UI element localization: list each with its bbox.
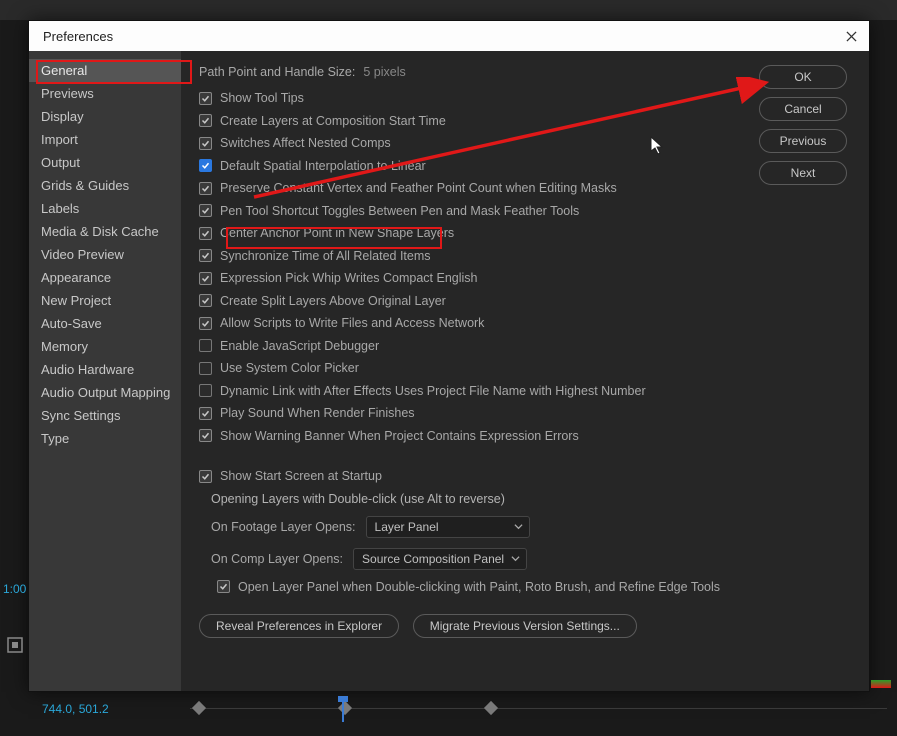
checkbox-expression-pick-whip-writes-compact-engl[interactable] [199, 272, 212, 285]
content-panel: Path Point and Handle Size: 5 pixels Sho… [199, 65, 745, 677]
label-pen-tool-shortcut-toggles-between-pen-an: Pen Tool Shortcut Toggles Between Pen an… [220, 204, 579, 218]
checkbox-show-start-screen[interactable] [199, 470, 212, 483]
checkbox-center-anchor-point-in-new-shape-layers[interactable] [199, 227, 212, 240]
checkbox-show-warning-banner-when-project-contain[interactable] [199, 429, 212, 442]
preferences-dialog: Preferences GeneralPreviewsDisplayImport… [28, 20, 870, 692]
comp-opens-label: On Comp Layer Opens: [211, 552, 343, 566]
previous-button[interactable]: Previous [759, 129, 847, 153]
label-create-split-layers-above-original-layer: Create Split Layers Above Original Layer [220, 294, 446, 308]
close-icon[interactable] [843, 28, 859, 44]
playhead[interactable] [342, 698, 344, 722]
label-switches-affect-nested-comps: Switches Affect Nested Comps [220, 136, 391, 150]
checkbox-allow-scripts-to-write-files-and-access-[interactable] [199, 317, 212, 330]
checkbox-show-tool-tips[interactable] [199, 92, 212, 105]
dialog-title: Preferences [43, 29, 113, 44]
checkbox-create-split-layers-above-original-layer[interactable] [199, 294, 212, 307]
sidebar-item-import[interactable]: Import [29, 128, 181, 151]
sidebar-item-new-project[interactable]: New Project [29, 289, 181, 312]
keyframe-icon[interactable] [484, 701, 498, 715]
label-dynamic-link-with-after-effects-uses-pro: Dynamic Link with After Effects Uses Pro… [220, 384, 646, 398]
checkbox-use-system-color-picker[interactable] [199, 362, 212, 375]
coord-label: 744.0, 501.2 [42, 702, 109, 716]
shape-tool-icon[interactable] [6, 636, 24, 654]
path-size-value[interactable]: 5 pixels [363, 65, 405, 79]
checkbox-open-layer-panel-paint[interactable] [217, 580, 230, 593]
chevron-down-icon [514, 520, 523, 534]
footage-opens-select[interactable]: Layer Panel [366, 516, 530, 538]
sidebar-item-labels[interactable]: Labels [29, 197, 181, 220]
sidebar-item-auto-save[interactable]: Auto-Save [29, 312, 181, 335]
path-size-label: Path Point and Handle Size: [199, 65, 355, 79]
cancel-button[interactable]: Cancel [759, 97, 847, 121]
timeline[interactable] [190, 694, 887, 724]
sidebar-item-type[interactable]: Type [29, 427, 181, 450]
label-show-warning-banner-when-project-contain: Show Warning Banner When Project Contain… [220, 429, 579, 443]
sidebar-item-appearance[interactable]: Appearance [29, 266, 181, 289]
label-allow-scripts-to-write-files-and-access-: Allow Scripts to Write Files and Access … [220, 316, 484, 330]
label-enable-javascript-debugger: Enable JavaScript Debugger [220, 339, 379, 353]
comp-opens-select[interactable]: Source Composition Panel [353, 548, 527, 570]
label-default-spatial-interpolation-to-linear: Default Spatial Interpolation to Linear [220, 159, 426, 173]
sidebar-item-audio-hardware[interactable]: Audio Hardware [29, 358, 181, 381]
label-play-sound-when-render-finishes: Play Sound When Render Finishes [220, 406, 415, 420]
checkbox-dynamic-link-with-after-effects-uses-pro[interactable] [199, 384, 212, 397]
sidebar-item-video-preview[interactable]: Video Preview [29, 243, 181, 266]
keyframe-icon[interactable] [338, 701, 352, 715]
migrate-settings-button[interactable]: Migrate Previous Version Settings... [413, 614, 637, 638]
sidebar-item-sync-settings[interactable]: Sync Settings [29, 404, 181, 427]
label-use-system-color-picker: Use System Color Picker [220, 361, 359, 375]
reveal-prefs-button[interactable]: Reveal Preferences in Explorer [199, 614, 399, 638]
titlebar: Preferences [29, 21, 869, 51]
label-show-tool-tips: Show Tool Tips [220, 91, 304, 105]
label-show-start-screen: Show Start Screen at Startup [220, 469, 382, 483]
checkbox-preserve-constant-vertex-and-feather-poi[interactable] [199, 182, 212, 195]
checkbox-enable-javascript-debugger[interactable] [199, 339, 212, 352]
footage-opens-label: On Footage Layer Opens: [211, 520, 356, 534]
sidebar-item-display[interactable]: Display [29, 105, 181, 128]
checkbox-pen-tool-shortcut-toggles-between-pen-an[interactable] [199, 204, 212, 217]
checkbox-play-sound-when-render-finishes[interactable] [199, 407, 212, 420]
double-click-subhead: Opening Layers with Double-click (use Al… [211, 492, 745, 506]
checkbox-synchronize-time-of-all-related-items[interactable] [199, 249, 212, 262]
timestamp-label: 1:00 [3, 582, 26, 596]
checkbox-switches-affect-nested-comps[interactable] [199, 137, 212, 150]
sidebar-item-media-disk-cache[interactable]: Media & Disk Cache [29, 220, 181, 243]
label-expression-pick-whip-writes-compact-engl: Expression Pick Whip Writes Compact Engl… [220, 271, 478, 285]
checkbox-default-spatial-interpolation-to-linear[interactable] [199, 159, 212, 172]
sidebar-item-previews[interactable]: Previews [29, 82, 181, 105]
cache-indicator [871, 680, 891, 688]
label-center-anchor-point-in-new-shape-layers: Center Anchor Point in New Shape Layers [220, 226, 454, 240]
label-synchronize-time-of-all-related-items: Synchronize Time of All Related Items [220, 249, 431, 263]
label-preserve-constant-vertex-and-feather-poi: Preserve Constant Vertex and Feather Poi… [220, 181, 617, 195]
sidebar-item-general[interactable]: General [29, 59, 181, 82]
chevron-down-icon [511, 552, 520, 566]
sidebar-item-audio-output-mapping[interactable]: Audio Output Mapping [29, 381, 181, 404]
next-button[interactable]: Next [759, 161, 847, 185]
checkbox-create-layers-at-composition-start-time[interactable] [199, 114, 212, 127]
keyframe-icon[interactable] [192, 701, 206, 715]
sidebar: GeneralPreviewsDisplayImportOutputGrids … [29, 51, 181, 691]
right-buttons: OK Cancel Previous Next [745, 65, 849, 677]
label-create-layers-at-composition-start-time: Create Layers at Composition Start Time [220, 114, 446, 128]
sidebar-item-memory[interactable]: Memory [29, 335, 181, 358]
label-open-layer-panel-paint: Open Layer Panel when Double-clicking wi… [238, 580, 720, 594]
sidebar-item-grids-guides[interactable]: Grids & Guides [29, 174, 181, 197]
sidebar-item-output[interactable]: Output [29, 151, 181, 174]
ok-button[interactable]: OK [759, 65, 847, 89]
